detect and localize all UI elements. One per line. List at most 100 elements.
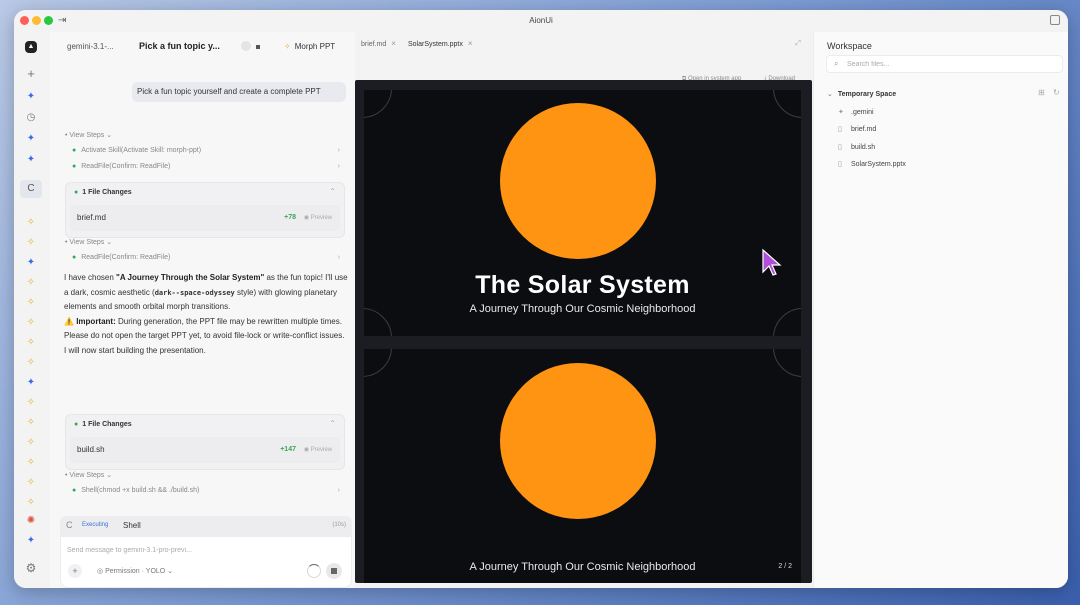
slide-subtitle: A Journey Through Our Cosmic Neighborhoo…	[469, 303, 696, 315]
executing-tool: Shell	[123, 521, 141, 530]
view-steps-toggle[interactable]: • View Steps ⌄	[65, 238, 112, 246]
step-item[interactable]: ● ReadFile(Confirm: ReadFile) ›	[72, 163, 340, 170]
file-icon: ▯	[838, 144, 842, 151]
sparkle-icon[interactable]: ✧	[22, 274, 40, 292]
view-steps-toggle[interactable]: • View Steps ⌄	[65, 471, 112, 479]
preview-button[interactable]: ◉ Preview	[304, 446, 332, 453]
sparkle-icon[interactable]: ✧	[22, 394, 40, 412]
stop-button[interactable]	[326, 563, 342, 579]
step-item[interactable]: ● Shell(chmod +x build.sh && ./build.sh) ›	[72, 487, 340, 494]
panel-toggle-icon[interactable]	[1050, 15, 1060, 25]
sparkle-icon[interactable]: ✧	[22, 454, 40, 472]
loading-icon[interactable]: C	[20, 180, 42, 198]
file-item[interactable]: ✦ .gemini	[838, 108, 874, 116]
sparkle-icon[interactable]: ✦	[22, 151, 40, 169]
left-rail: ▲ + ✦ ◷ ✦ ✦ C ✧ ✧ ✦ ✧ ✧ ✧ ✧ ✧ ✦ ✧ ✧ ✧ ✧ …	[14, 32, 50, 588]
executing-label: Executing	[82, 522, 109, 528]
burst-icon[interactable]: ✺	[22, 512, 40, 530]
sparkle-icon[interactable]: ✧	[22, 314, 40, 332]
slides-viewer[interactable]: The Solar System A Journey Through Our C…	[355, 80, 812, 583]
file-item[interactable]: ▯ build.sh	[838, 143, 875, 151]
sparkle-icon[interactable]: ✧	[22, 294, 40, 312]
assistant-message: I have chosen "A Journey Through the Sol…	[64, 273, 348, 355]
sparkle-icon[interactable]: ✧	[22, 434, 40, 452]
sparkle-icon[interactable]: ✦	[22, 532, 40, 550]
step-label: Shell(chmod +x build.sh && ./build.sh)	[81, 487, 200, 494]
preview-tabs: brief.md × SolarSystem.pptx × ⤢	[355, 32, 813, 52]
file-item[interactable]: ▯ SolarSystem.pptx	[838, 160, 906, 168]
message-input[interactable]	[67, 543, 307, 557]
preview-actions: ⧉ Open in system app ⤓ Download	[355, 62, 813, 82]
file-changes-title[interactable]: ● 1 File Changes	[74, 421, 132, 428]
sparkle-icon[interactable]: ✧	[22, 474, 40, 492]
sparkle-icon[interactable]: ✦	[22, 254, 40, 272]
loading-spinner	[307, 564, 321, 578]
cursor-icon	[762, 248, 782, 276]
close-tab-icon[interactable]: ×	[468, 39, 473, 48]
file-changes-title[interactable]: ● 1 File Changes	[74, 189, 132, 196]
warning-icon: ⚠️	[64, 316, 74, 326]
sparkle-icon[interactable]: ✧	[22, 494, 40, 512]
new-folder-icon[interactable]: ⊞	[1038, 88, 1045, 97]
conversation-header: gemini-3.1-... Pick a fun topic y... ✧ Mo…	[50, 32, 355, 60]
step-item[interactable]: ● ReadFile(Confirm: ReadFile) ›	[72, 254, 340, 261]
settings-icon[interactable]: ⚙	[22, 559, 40, 577]
preview-panel: brief.md × SolarSystem.pptx × ⤢ ⧉ Open in …	[355, 32, 813, 588]
chevron-down-icon: ⌄	[827, 91, 833, 98]
additions-count: +147	[280, 446, 296, 453]
view-steps-label: View Steps	[69, 132, 105, 139]
sparkle-icon[interactable]: ✦	[22, 374, 40, 392]
file-change-row[interactable]: brief.md +78 ◉ Preview	[70, 205, 340, 231]
new-chat-icon[interactable]: +	[22, 65, 40, 83]
agent-name: Morph PPT	[294, 42, 336, 51]
tab-solarsystem[interactable]: SolarSystem.pptx ×	[408, 39, 473, 48]
refresh-icon[interactable]: ↻	[1053, 88, 1060, 97]
preview-button[interactable]: ◉ Preview	[304, 214, 332, 221]
workspace-title: Workspace	[827, 41, 872, 51]
sparkle-icon[interactable]: ✧	[22, 214, 40, 232]
file-icon: ▯	[838, 161, 842, 168]
agent-icon: ✧	[284, 42, 291, 51]
collapse-icon[interactable]: ⌃	[329, 187, 336, 196]
step-item[interactable]: ● Activate Skill(Activate Skill: morph-pp…	[72, 147, 340, 154]
sun-graphic	[500, 363, 656, 519]
search-input[interactable]	[847, 58, 1047, 71]
close-tab-icon[interactable]: ×	[391, 39, 396, 48]
view-steps-label: View Steps	[69, 239, 105, 246]
model-selector[interactable]: gemini-3.1-...	[67, 42, 114, 51]
file-name: brief.md	[77, 213, 106, 222]
app-title: AionUi	[529, 16, 553, 25]
sparkle-icon[interactable]: ✦	[22, 88, 40, 106]
collapse-icon[interactable]: ⌃	[329, 419, 336, 428]
slide-2[interactable]: A Journey Through Our Cosmic Neighborhoo…	[364, 349, 801, 583]
sparkle-icon[interactable]: ✧	[22, 414, 40, 432]
file-item[interactable]: ▯ brief.md	[838, 125, 876, 133]
stop-icon[interactable]	[256, 45, 260, 49]
sparkle-icon[interactable]: ✧	[22, 354, 40, 372]
logo-icon[interactable]: ▲	[25, 41, 37, 53]
file-change-row[interactable]: build.sh +147 ◉ Preview	[70, 437, 340, 463]
orbit-decoration	[364, 349, 392, 377]
status-indicator	[241, 41, 251, 51]
search-box: ⌕	[826, 55, 1063, 73]
file-changes-label: 1 File Changes	[82, 421, 132, 428]
sparkle-icon[interactable]: ✧	[22, 234, 40, 252]
file-changes-card: ● 1 File Changes ⌃ build.sh +147 ◉ Previe…	[65, 414, 345, 470]
slide-subtitle: A Journey Through Our Cosmic Neighborhoo…	[469, 561, 696, 573]
step-label: ReadFile(Confirm: ReadFile)	[81, 254, 171, 261]
view-steps-label: View Steps	[69, 472, 105, 479]
slide-1[interactable]: The Solar System A Journey Through Our C…	[364, 90, 801, 336]
app-window: ⇥ AionUi ▲ + ✦ ◷ ✦ ✦ C ✧ ✧ ✦ ✧ ✧ ✧ ✧ ✧ ✦…	[14, 10, 1068, 588]
tab-brief[interactable]: brief.md ×	[361, 39, 396, 48]
slide-title: The Solar System	[475, 271, 690, 299]
file-name: build.sh	[77, 445, 105, 454]
sparkle-icon[interactable]: ✧	[22, 334, 40, 352]
tree-root-folder[interactable]: ⌄ Temporary Space	[827, 90, 896, 98]
permission-selector[interactable]: ◎ Permission · YOLO ⌄	[97, 567, 173, 575]
expand-icon[interactable]: ⤢	[795, 40, 801, 48]
view-steps-toggle[interactable]: • View Steps ⌄	[65, 131, 112, 139]
clock-icon[interactable]: ◷	[22, 109, 40, 127]
orbit-decoration	[773, 90, 801, 118]
attach-button[interactable]: +	[68, 564, 82, 578]
sparkle-icon[interactable]: ✦	[22, 130, 40, 148]
